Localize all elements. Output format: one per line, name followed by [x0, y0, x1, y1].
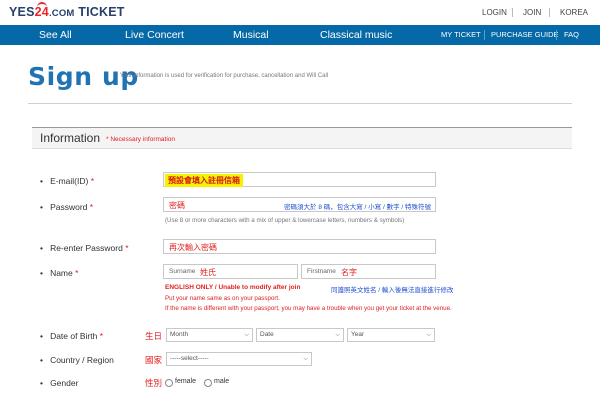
- surname-placeholder: Surname: [169, 268, 196, 275]
- chevron-down-icon: ⌵: [426, 332, 431, 338]
- dob-label-text: Date of Birth: [50, 331, 98, 341]
- util-divider: [512, 8, 513, 17]
- female-label: female: [175, 378, 197, 385]
- password-hint-zh: 密碼須大於 8 碼，包含大寫 / 小寫 / 數字 / 特殊符號: [284, 204, 431, 211]
- korea-link[interactable]: KOREA: [560, 8, 588, 17]
- year-select[interactable]: Year ⌵: [347, 328, 435, 342]
- email-field[interactable]: 預設會填入註冊信箱: [163, 172, 436, 187]
- english-only-note: ENGLISH ONLY / Unable to modify after jo…: [165, 284, 301, 291]
- nav-divider: [556, 30, 557, 40]
- nav-see-all[interactable]: See All: [39, 25, 72, 45]
- name-label: • Name *: [40, 268, 79, 278]
- required-mark: *: [90, 176, 94, 186]
- male-radio[interactable]: [204, 379, 212, 387]
- nav-faq[interactable]: FAQ: [564, 25, 579, 45]
- required-mark: *: [99, 331, 103, 341]
- email-label-text: E-mail(ID): [50, 176, 89, 186]
- chevron-down-icon: ⌵: [244, 332, 249, 338]
- date-select-value: Date: [260, 331, 274, 338]
- passport-note: Put your name same as on your passport.: [165, 295, 280, 302]
- country-select-value: -----select-----: [170, 355, 209, 362]
- nav-purchase-guide[interactable]: PURCHASE GUIDE: [491, 25, 559, 45]
- gender-label-text: Gender: [50, 378, 79, 388]
- section-title: Information: [40, 131, 101, 145]
- dob-label: • Date of Birth *: [40, 331, 103, 341]
- male-label: male: [214, 378, 230, 385]
- password-hint: (Use 8 or more characters with a mix of …: [165, 217, 405, 224]
- passport-warning: If the name is different with your passp…: [165, 305, 452, 312]
- country-zh-label: 國家: [145, 355, 163, 365]
- logo-24-text: 24: [34, 5, 49, 19]
- join-link[interactable]: JOIN: [523, 8, 541, 17]
- nav-classical-music[interactable]: Classical music: [320, 25, 392, 45]
- date-select[interactable]: Date ⌵: [256, 328, 344, 342]
- email-value: 預設會填入註冊信箱: [165, 174, 243, 187]
- required-mark: *: [89, 202, 94, 212]
- firstname-placeholder: Firstname: [307, 268, 336, 275]
- password-value: 密碼: [169, 201, 185, 210]
- password-label: • Password *: [40, 202, 94, 212]
- firstname-field[interactable]: Firstname 名字: [301, 264, 436, 279]
- title-divider: [28, 103, 572, 104]
- login-link[interactable]: LOGIN: [482, 8, 507, 17]
- gender-zh-label: 性別: [145, 378, 163, 388]
- reenter-password-field[interactable]: 再次輸入密碼: [163, 239, 436, 254]
- nav-my-ticket[interactable]: MY TICKET: [441, 25, 481, 45]
- dob-zh-label: 生日: [145, 331, 163, 341]
- password-field[interactable]: 密碼 密碼須大於 8 碼，包含大寫 / 小寫 / 數字 / 特殊符號: [163, 197, 436, 212]
- title-note: * Your information is used for verificat…: [116, 73, 329, 79]
- chevron-down-icon: ⌵: [335, 332, 340, 338]
- firstname-zh: 名字: [341, 268, 357, 277]
- section-required-note: * Necessary information: [106, 136, 175, 143]
- logo-com-text: .COM: [48, 8, 75, 19]
- year-select-value: Year: [351, 331, 365, 338]
- country-select[interactable]: -----select----- ⌵: [166, 352, 312, 366]
- logo-ticket-text: TICKET: [78, 5, 125, 19]
- month-select[interactable]: Month ⌵: [166, 328, 253, 342]
- name-label-text: Name: [50, 268, 73, 278]
- nav-live-concert[interactable]: Live Concert: [125, 25, 184, 45]
- reenter-label-text: Re-enter Password: [50, 243, 123, 253]
- month-select-value: Month: [170, 331, 189, 338]
- logo-yes-text: YES: [9, 5, 35, 19]
- email-label: • E-mail(ID) *: [40, 176, 94, 186]
- reenter-password-label: • Re-enter Password *: [40, 243, 129, 253]
- reenter-value: 再次輸入密碼: [169, 243, 217, 252]
- util-divider: [549, 8, 550, 17]
- country-label-text: Country / Region: [50, 355, 114, 365]
- surname-zh: 姓氏: [200, 268, 216, 277]
- female-radio[interactable]: [165, 379, 173, 387]
- surname-field[interactable]: Surname 姓氏: [163, 264, 298, 279]
- gender-label: • Gender: [40, 378, 79, 388]
- english-only-note-zh: 同護照英文姓名 / 輸入後無法直接進行修改: [331, 287, 454, 294]
- country-label: • Country / Region: [40, 355, 114, 365]
- password-label-text: Password: [50, 202, 88, 212]
- chevron-down-icon: ⌵: [303, 356, 308, 362]
- required-mark: *: [75, 268, 79, 278]
- nav-divider: [484, 30, 485, 40]
- nav-musical[interactable]: Musical: [233, 25, 269, 45]
- yes24-ticket-logo[interactable]: YES24.COM TICKET: [9, 5, 125, 19]
- required-mark: *: [125, 243, 129, 253]
